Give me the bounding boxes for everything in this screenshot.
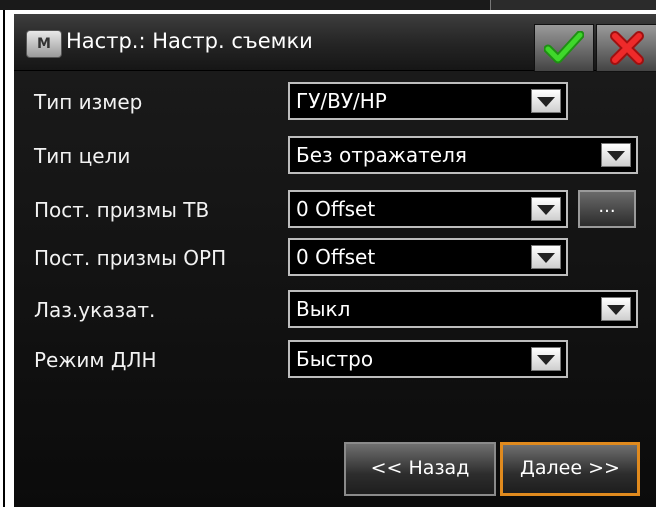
edm-mode-label: Режим ДЛН bbox=[34, 348, 157, 372]
left-divider bbox=[3, 10, 5, 507]
settings-screen: M Настр.: Настр. съемки Тип измер ГУ/ВУ/… bbox=[14, 14, 656, 507]
next-button[interactable]: Далее >> bbox=[500, 442, 640, 496]
chevron-down-icon[interactable] bbox=[531, 347, 561, 371]
target-type-select[interactable]: Без отражателя bbox=[288, 136, 638, 174]
prism-options-button[interactable]: ... bbox=[578, 190, 636, 228]
top-tab-edge bbox=[490, 0, 656, 10]
measure-type-label: Тип измер bbox=[34, 90, 143, 114]
prism-constant-orp-value: 0 Offset bbox=[296, 245, 376, 269]
prism-constant-tv-label: Пост. призмы ТВ bbox=[34, 198, 210, 222]
prism-constant-tv-value: 0 Offset bbox=[296, 197, 376, 221]
top-strip bbox=[0, 0, 656, 10]
chevron-down-icon[interactable] bbox=[531, 245, 561, 269]
title-bar: M Настр.: Настр. съемки bbox=[14, 14, 656, 72]
prism-constant-tv-select[interactable]: 0 Offset bbox=[288, 190, 568, 228]
prism-constant-orp-label: Пост. призмы ОРП bbox=[34, 246, 227, 270]
green-checkmark-icon bbox=[544, 31, 584, 64]
ok-button[interactable] bbox=[534, 24, 594, 72]
edm-mode-select[interactable]: Быстро bbox=[288, 340, 568, 378]
edm-mode-value: Быстро bbox=[296, 347, 374, 371]
chevron-down-icon[interactable] bbox=[601, 297, 631, 321]
target-type-label: Тип цели bbox=[34, 144, 131, 168]
laser-pointer-label: Лаз.указат. bbox=[34, 298, 156, 322]
target-type-value: Без отражателя bbox=[296, 143, 467, 167]
back-button[interactable]: << Назад bbox=[344, 442, 496, 496]
measure-type-value: ГУ/ВУ/НР bbox=[296, 89, 387, 113]
app-menu-icon[interactable]: M bbox=[26, 30, 62, 58]
app-icon-letter: M bbox=[37, 36, 51, 52]
red-x-icon bbox=[610, 31, 644, 65]
measure-type-select[interactable]: ГУ/ВУ/НР bbox=[288, 82, 568, 120]
window-title: Настр.: Настр. съемки bbox=[66, 29, 313, 53]
laser-pointer-value: Выкл bbox=[296, 297, 351, 321]
prism-constant-orp-select[interactable]: 0 Offset bbox=[288, 238, 568, 276]
chevron-down-icon[interactable] bbox=[601, 143, 631, 167]
laser-pointer-select[interactable]: Выкл bbox=[288, 290, 638, 328]
cancel-button[interactable] bbox=[596, 24, 656, 72]
chevron-down-icon[interactable] bbox=[531, 89, 561, 113]
chevron-down-icon[interactable] bbox=[531, 197, 561, 221]
